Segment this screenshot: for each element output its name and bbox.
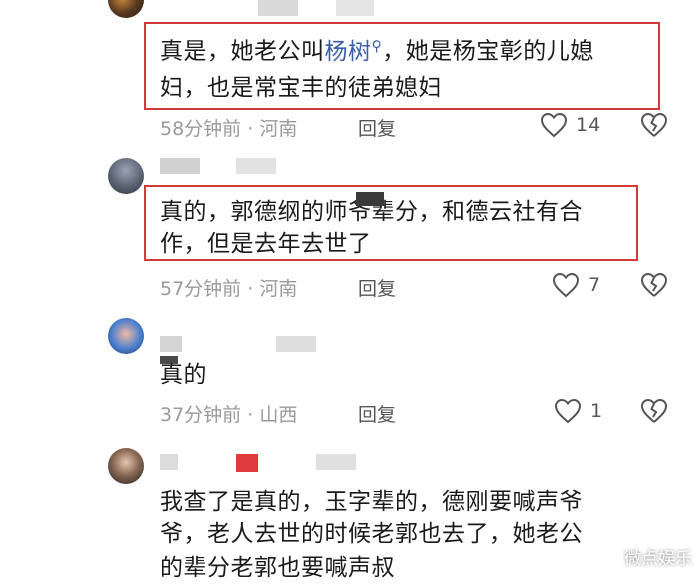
reply-button[interactable]: 回复 (358, 400, 396, 427)
comment-text: 爷，老人去世的时候老郭也去了，她老公 (160, 521, 583, 547)
heart-icon (540, 112, 568, 138)
like-button[interactable]: 14 (540, 112, 600, 138)
broken-heart-icon (640, 112, 668, 138)
reply-button[interactable]: 回复 (358, 274, 396, 301)
heart-icon (552, 272, 580, 298)
username-blurred (160, 158, 200, 174)
weibo-icon (599, 545, 619, 568)
avatar[interactable] (108, 318, 144, 354)
username-blurred (336, 0, 374, 16)
redaction-mark (356, 192, 384, 206)
comment-text: 真的 (160, 362, 207, 388)
dislike-button[interactable] (640, 112, 668, 138)
comment-text: 我查了是真的，玉字辈的，德刚要喊声爷 (160, 489, 583, 515)
broken-heart-icon (640, 398, 668, 424)
like-button[interactable]: 7 (552, 272, 600, 298)
redaction-mark (236, 454, 258, 472)
reply-button[interactable]: 回复 (358, 114, 396, 141)
username-blurred (160, 454, 178, 470)
heart-icon (554, 398, 582, 424)
comment-meta: 37分钟前 · 山西 (160, 404, 298, 426)
username-blurred (316, 454, 356, 470)
watermark: 微点娱乐 (599, 544, 692, 569)
comment-text: 妇，也是常宝丰的徒弟媳妇 (160, 75, 442, 101)
username-blurred[interactable] (258, 0, 298, 16)
avatar[interactable] (108, 448, 144, 484)
username-blurred (236, 158, 276, 174)
comment-text: 的辈分老郭也要喊声叔 (160, 555, 395, 581)
username-blurred (160, 336, 182, 352)
like-button[interactable]: 1 (554, 398, 602, 424)
comment-text: 真是，她老公叫杨树⚲，她是杨宝彰的儿媳 (160, 38, 594, 65)
search-icon: ⚲ (371, 38, 383, 54)
comment-meta: 58分钟前 · 河南 (160, 118, 298, 140)
username-blurred (276, 336, 316, 352)
avatar[interactable] (108, 0, 144, 18)
comment-meta: 57分钟前 · 河南 (160, 278, 298, 300)
comment-text: 作，但是去年去世了 (160, 231, 372, 257)
dislike-button[interactable] (640, 398, 668, 424)
broken-heart-icon (640, 272, 668, 298)
avatar[interactable] (108, 158, 144, 194)
dislike-button[interactable] (640, 272, 668, 298)
search-link[interactable]: 杨树⚲ (325, 38, 383, 65)
